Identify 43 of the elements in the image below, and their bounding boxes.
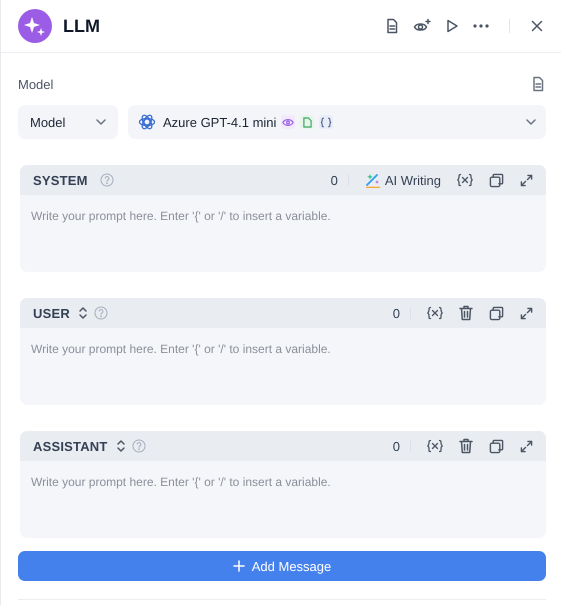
expand-icon[interactable] <box>520 440 533 452</box>
expand-icon[interactable] <box>520 306 533 320</box>
variable-icon[interactable] <box>427 306 443 320</box>
copy-icon[interactable] <box>489 306 504 320</box>
magic-wand-icon <box>364 172 381 188</box>
expand-icon[interactable] <box>520 174 533 186</box>
model-name: Azure GPT-4.1 mini <box>163 114 276 130</box>
json-tag <box>319 115 334 129</box>
character-count: 0 <box>392 306 400 320</box>
plus-icon <box>232 560 245 572</box>
section-label: Model <box>18 76 54 92</box>
llm-select[interactable]: Azure GPT-4.1 mini <box>128 105 546 139</box>
sort-icon[interactable] <box>116 439 126 453</box>
delete-icon[interactable] <box>459 305 473 321</box>
role-label: ASSISTANT <box>33 438 108 454</box>
vision-tag <box>281 115 296 129</box>
document-tag <box>300 115 314 129</box>
role-label: USER <box>33 306 70 320</box>
more-icon[interactable] <box>473 24 489 28</box>
prompt-field[interactable]: Write your prompt here. Enter '{' or '/' to insert a variable. <box>20 195 546 272</box>
delete-icon[interactable] <box>459 438 473 454</box>
sort-icon[interactable] <box>78 306 88 320</box>
add-message-button[interactable]: Add Message <box>18 551 546 581</box>
copy-icon[interactable] <box>489 438 504 454</box>
close-icon[interactable] <box>531 20 543 32</box>
panel-title: LLM <box>63 16 100 36</box>
prompt-field[interactable]: Write your prompt here. Enter '{' or '/' to insert a variable. <box>20 328 546 405</box>
help-icon <box>94 306 108 320</box>
prompt-field[interactable]: Write your prompt here. Enter '{' or '/' to insert a variable. <box>20 461 546 538</box>
type-select[interactable]: Model <box>18 105 118 139</box>
ai-writing-button[interactable]: AI Writing <box>364 172 441 188</box>
model-logo-icon <box>138 113 156 131</box>
chevron-down-icon <box>96 119 106 125</box>
variable-icon[interactable] <box>427 439 443 453</box>
help-icon <box>132 439 146 453</box>
variable-icon[interactable] <box>457 173 473 187</box>
role-label: SYSTEM <box>33 172 88 188</box>
node-icon <box>18 9 52 43</box>
character-count: 0 <box>330 172 338 188</box>
chevron-down-icon <box>526 119 536 125</box>
character-count: 0 <box>392 438 400 454</box>
help-icon <box>100 173 114 187</box>
copy-icon[interactable] <box>489 172 504 188</box>
